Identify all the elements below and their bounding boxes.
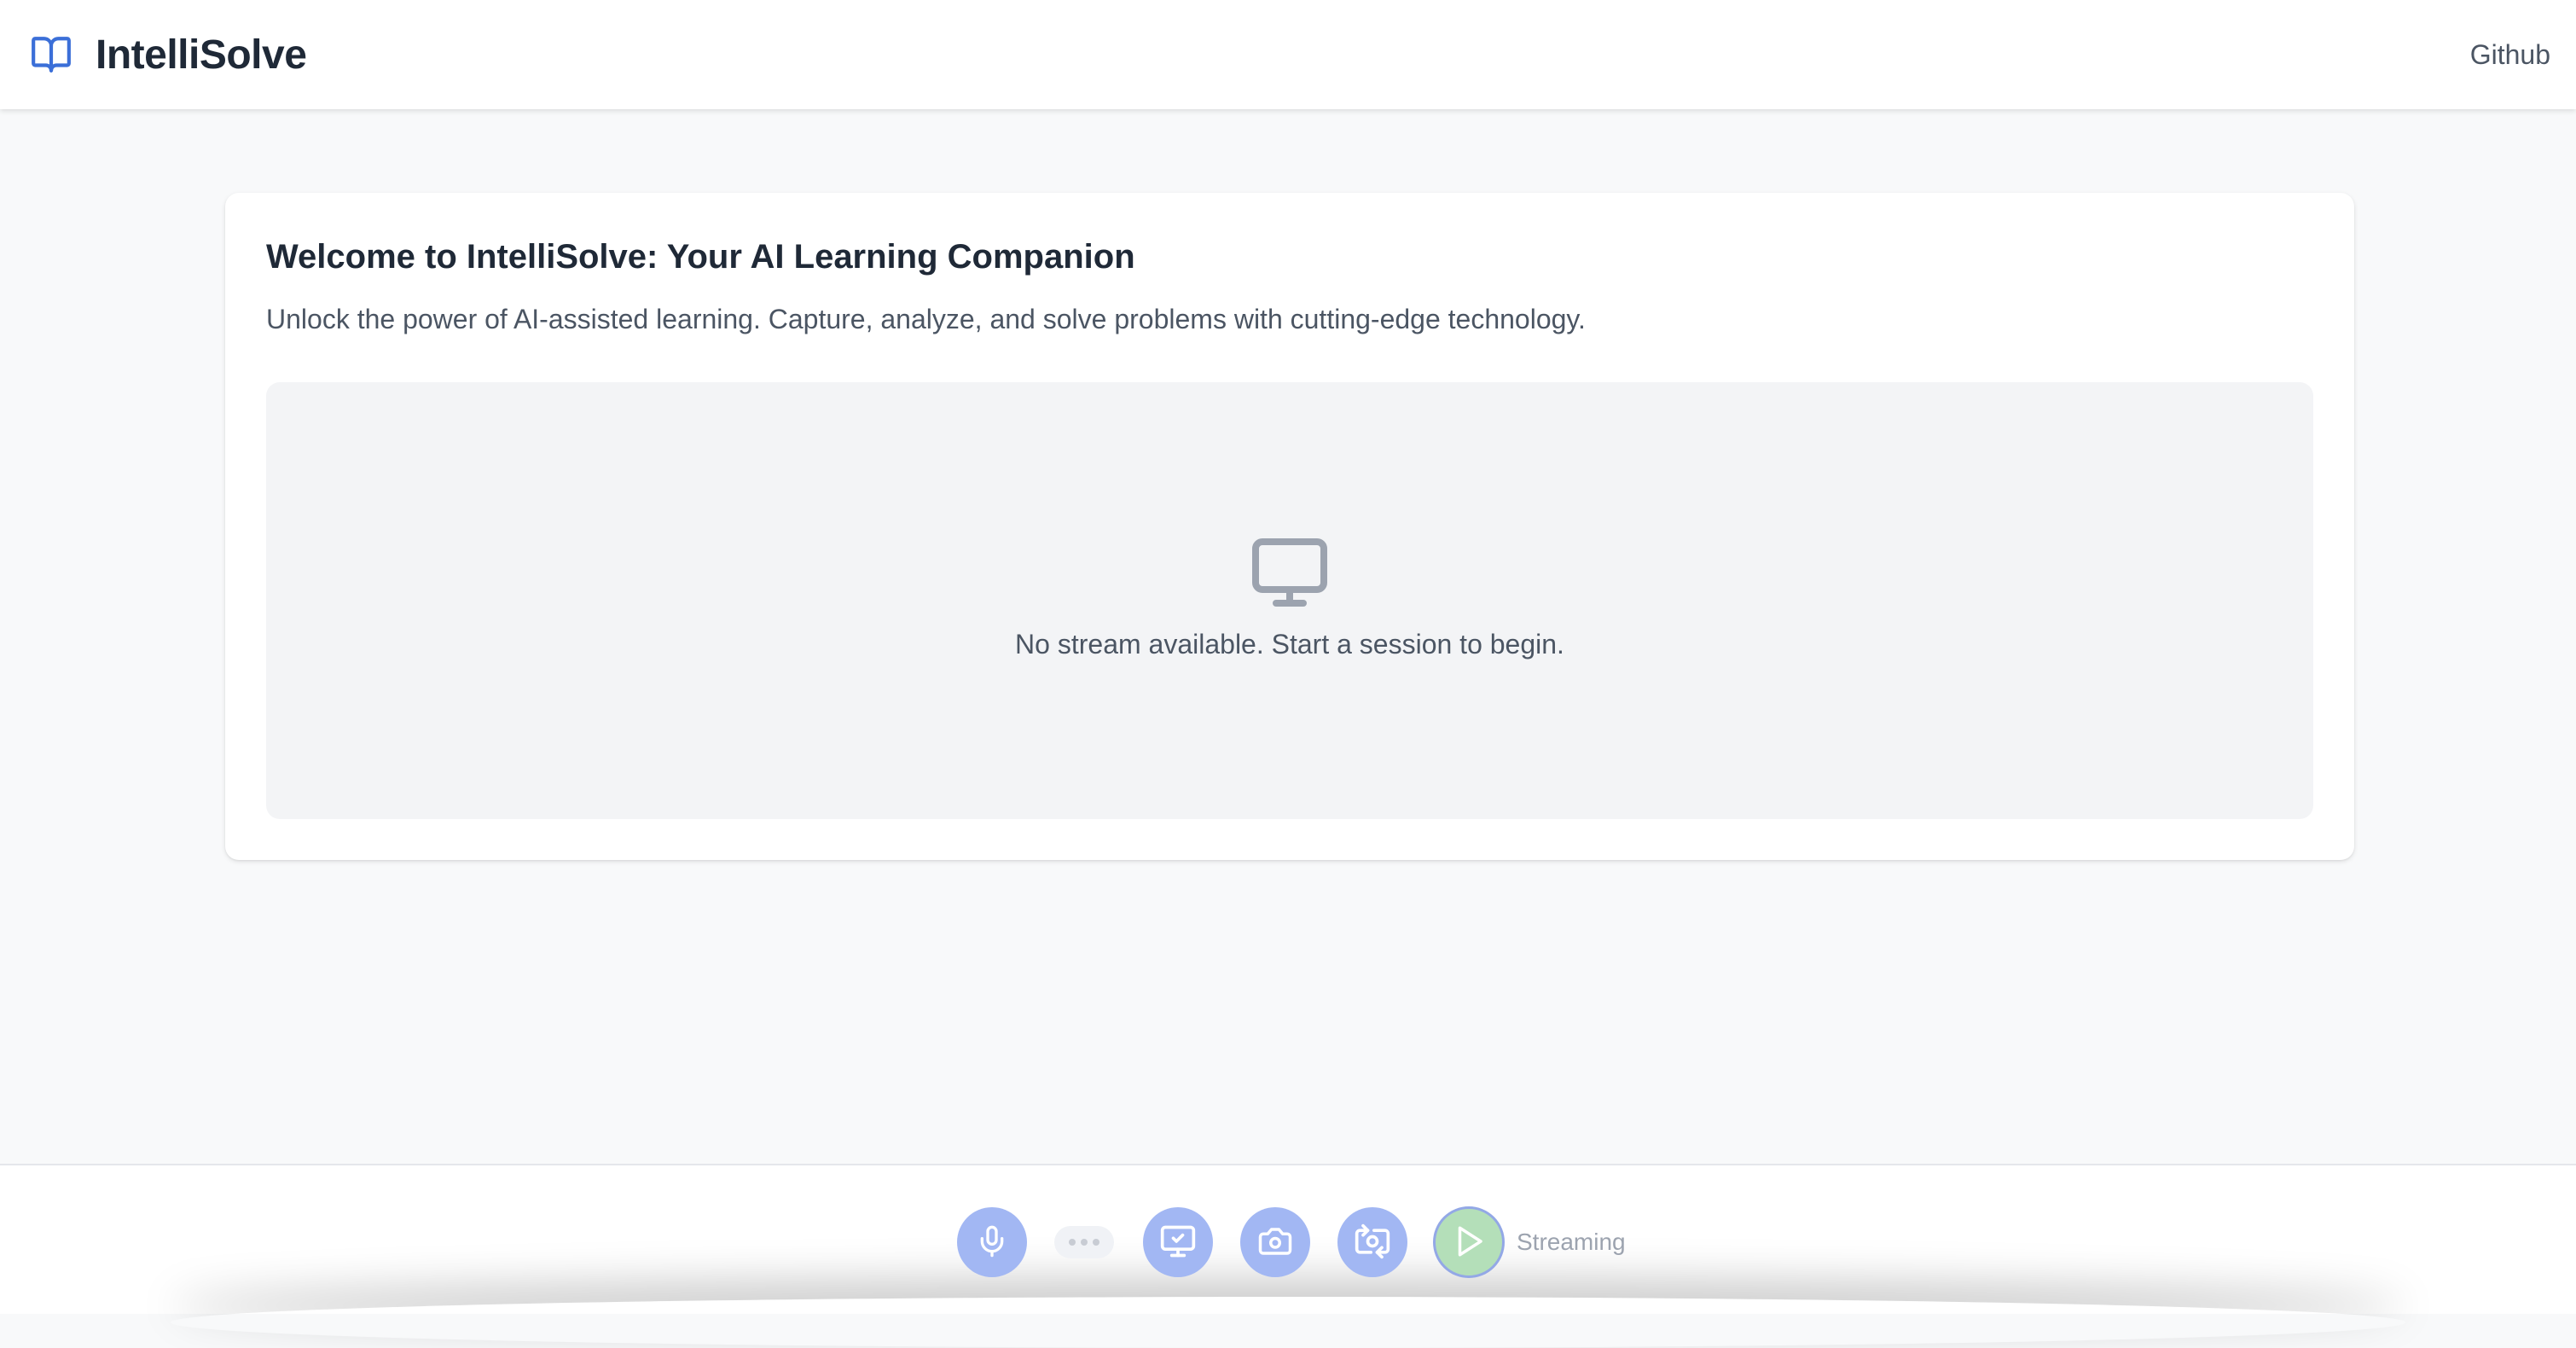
volume-dot [1069, 1239, 1076, 1246]
brand[interactable]: IntelliSolve [27, 31, 307, 78]
microphone-button[interactable] [957, 1207, 1027, 1277]
app-header: IntelliSolve Github [0, 0, 2576, 109]
monitor-icon [1249, 532, 1331, 613]
play-icon [1451, 1223, 1487, 1262]
stream-viewport: No stream available. Start a session to … [266, 382, 2313, 819]
streaming-status-label: Streaming [1517, 1229, 1626, 1255]
play-button[interactable] [1433, 1206, 1505, 1278]
no-stream-message: No stream available. Start a session to … [1015, 628, 1564, 659]
welcome-title: Welcome to IntelliSolve: Your AI Learnin… [266, 238, 1135, 276]
book-open-icon [27, 31, 75, 78]
control-group: Streaming [957, 1206, 1626, 1278]
volume-indicator [1054, 1226, 1114, 1258]
switch-camera-icon [1354, 1223, 1391, 1263]
github-link[interactable]: Github [2470, 39, 2550, 71]
volume-dot [1093, 1239, 1099, 1246]
camera-icon [1257, 1223, 1293, 1262]
app-title: IntelliSolve [96, 32, 307, 78]
switch-camera-button[interactable] [1337, 1207, 1407, 1277]
welcome-card: Welcome to IntelliSolve: Your AI Learnin… [225, 193, 2354, 860]
volume-dot [1081, 1239, 1088, 1246]
camera-button[interactable] [1240, 1207, 1310, 1277]
monitor-check-icon [1159, 1223, 1197, 1263]
microphone-icon [975, 1224, 1009, 1261]
welcome-subtitle: Unlock the power of AI-assisted learning… [266, 304, 1586, 334]
control-bar: Streaming [0, 1164, 2576, 1314]
control-bar-shadow [171, 1297, 2405, 1348]
screen-share-button[interactable] [1143, 1207, 1213, 1277]
